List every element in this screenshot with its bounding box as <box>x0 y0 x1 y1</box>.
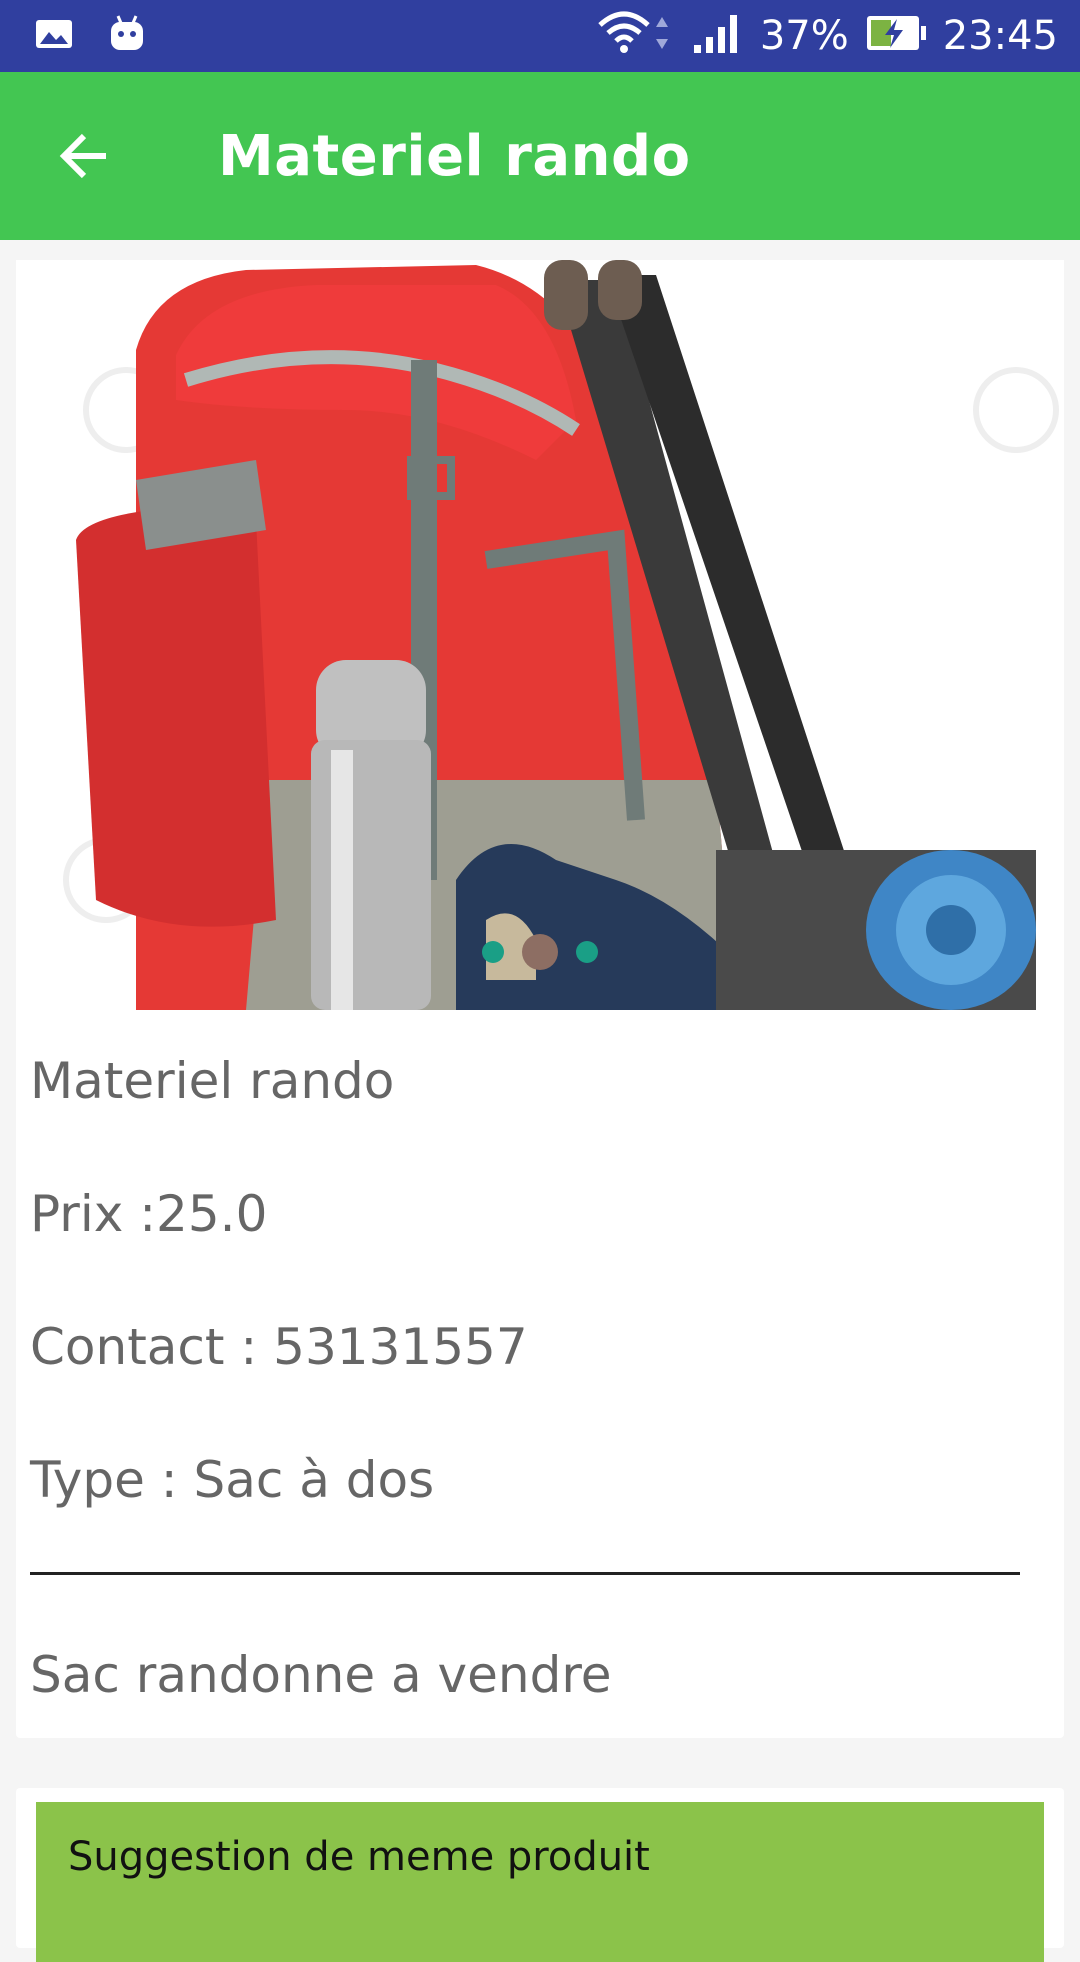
suggestion-header: Suggestion de meme produit <box>36 1802 1044 1962</box>
gallery-icon <box>34 17 74 56</box>
product-type: Type : Sac à dos <box>30 1451 435 1509</box>
product-description: Sac randonne a vendre <box>30 1646 612 1704</box>
product-name: Materiel rando <box>30 1052 395 1110</box>
android-icon <box>108 14 146 59</box>
suggestion-title: Suggestion de meme produit <box>68 1834 650 1880</box>
battery-charging-icon <box>865 13 927 60</box>
divider <box>30 1572 1020 1575</box>
backpack-photo <box>16 260 1064 1010</box>
clock: 23:45 <box>942 13 1058 59</box>
suggestion-card: Suggestion de meme produit <box>16 1788 1064 1962</box>
signal-icon <box>692 11 744 62</box>
status-bar: 37% 23:45 <box>0 0 1080 72</box>
carousel-dot[interactable] <box>482 941 504 963</box>
wifi-icon <box>596 9 676 64</box>
back-button[interactable] <box>24 96 144 216</box>
carousel-dot-active[interactable] <box>522 934 558 970</box>
carousel-dot[interactable] <box>576 941 598 963</box>
page-title: Materiel rando <box>218 123 691 189</box>
product-card <box>16 260 1064 1738</box>
product-price: Prix :25.0 <box>30 1185 268 1243</box>
image-carousel[interactable] <box>16 260 1064 1010</box>
battery-percent: 37% <box>759 13 849 59</box>
app-bar: Materiel rando <box>0 72 1080 240</box>
arrow-back-icon <box>59 133 106 179</box>
product-contact: Contact : 53131557 <box>30 1318 528 1376</box>
carousel-indicator <box>16 932 1064 972</box>
